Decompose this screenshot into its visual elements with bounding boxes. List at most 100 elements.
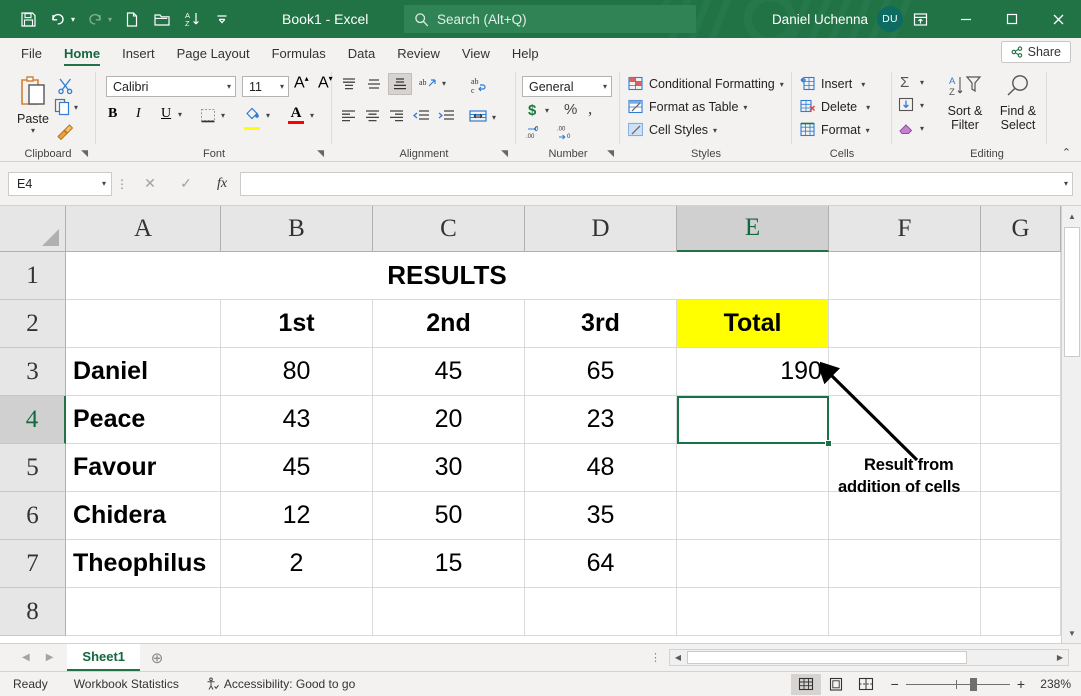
workbook-statistics-button[interactable]: Workbook Statistics <box>61 677 192 691</box>
increase-indent-button[interactable] <box>437 109 455 128</box>
autosum-chevron-down-icon[interactable]: ▾ <box>920 78 924 87</box>
fill-color-button[interactable] <box>244 106 261 130</box>
column-header-g[interactable]: G <box>981 206 1061 252</box>
cell-d6[interactable]: 35 <box>525 492 677 540</box>
clear-chevron-down-icon[interactable]: ▾ <box>920 124 924 133</box>
customize-quick-access-icon[interactable] <box>208 6 236 32</box>
cell-a4[interactable]: Peace <box>66 396 221 444</box>
formula-input[interactable]: ▾ <box>240 172 1073 196</box>
tab-formulas[interactable]: Formulas <box>261 43 337 66</box>
cell-d8[interactable] <box>525 588 677 636</box>
font-color-chevron-down-icon[interactable]: ▾ <box>310 111 314 120</box>
column-header-b[interactable]: B <box>221 206 373 252</box>
cell-e4-selected[interactable] <box>677 396 829 444</box>
new-icon[interactable] <box>118 6 146 32</box>
fill-color-chevron-down-icon[interactable]: ▾ <box>266 111 270 120</box>
zoom-slider[interactable]: − + <box>881 676 1035 692</box>
paste-button[interactable]: Paste ▾ <box>10 74 56 135</box>
delete-cells-button[interactable]: Delete ▾ <box>800 99 870 115</box>
zoom-level[interactable]: 238% <box>1035 677 1081 691</box>
fill-handle[interactable] <box>825 440 832 447</box>
column-header-e[interactable]: E <box>677 206 829 252</box>
zoom-out-button[interactable]: − <box>891 676 899 692</box>
format-chevron-down-icon[interactable]: ▾ <box>866 126 870 135</box>
cell-b7[interactable]: 2 <box>221 540 373 588</box>
cell-a2[interactable] <box>66 300 221 348</box>
format-as-table-button[interactable]: Format as Table ▾ <box>628 99 747 115</box>
orientation-button[interactable]: ab <box>419 76 438 97</box>
cell-d7[interactable]: 64 <box>525 540 677 588</box>
horizontal-scrollbar[interactable]: ◀ ▶ <box>669 649 1069 666</box>
cell-styles-chevron-down-icon[interactable]: ▾ <box>713 126 717 135</box>
cell-c6[interactable]: 50 <box>373 492 525 540</box>
align-right-button[interactable] <box>388 109 405 128</box>
zoom-in-button[interactable]: + <box>1017 676 1025 692</box>
accessibility-button[interactable]: Accessibility: Good to go <box>192 677 368 691</box>
cell-e2-total-header[interactable]: Total <box>677 300 829 348</box>
clear-button[interactable] <box>898 120 915 141</box>
delete-chevron-down-icon[interactable]: ▾ <box>866 103 870 112</box>
cell-e5[interactable] <box>677 444 829 492</box>
comma-style-button[interactable]: , <box>588 99 592 119</box>
cell-a1-merged-title[interactable]: RESULTS <box>66 252 829 300</box>
cell-e8[interactable] <box>677 588 829 636</box>
copy-chevron-down-icon[interactable]: ▾ <box>74 103 78 112</box>
conditional-formatting-chevron-down-icon[interactable]: ▾ <box>780 80 784 89</box>
format-painter-button[interactable] <box>55 121 75 145</box>
cell-e6[interactable] <box>677 492 829 540</box>
view-normal-button[interactable] <box>791 674 821 695</box>
tab-review[interactable]: Review <box>386 43 451 66</box>
sort-filter-button[interactable]: AZ Sort & Filter <box>940 73 990 132</box>
scroll-split-grip[interactable]: ⋮ <box>650 651 661 664</box>
collapse-ribbon-button[interactable]: ⌃ <box>1062 146 1071 159</box>
decrease-font-size-icon[interactable]: A▾ <box>318 74 333 92</box>
tab-file[interactable]: File <box>10 43 53 66</box>
accounting-chevron-down-icon[interactable]: ▾ <box>545 106 549 115</box>
row-header-8[interactable]: 8 <box>0 588 66 636</box>
cell-f1[interactable] <box>829 252 981 300</box>
fill-button[interactable] <box>898 97 915 118</box>
top-align-button[interactable] <box>340 76 358 97</box>
underline-chevron-down-icon[interactable]: ▾ <box>178 110 182 119</box>
cell-f3[interactable] <box>829 348 981 396</box>
formula-bar-grip[interactable]: ⋮ <box>116 177 128 191</box>
merge-center-chevron-down-icon[interactable]: ▾ <box>492 113 496 122</box>
number-format-chevron-down-icon[interactable]: ▾ <box>603 82 607 91</box>
vertical-scrollbar[interactable]: ▲ ▼ <box>1061 206 1081 643</box>
row-header-5[interactable]: 5 <box>0 444 66 492</box>
cell-g4[interactable] <box>981 396 1061 444</box>
cell-c8[interactable] <box>373 588 525 636</box>
cell-g6[interactable] <box>981 492 1061 540</box>
borders-button[interactable] <box>200 108 217 129</box>
row-header-2[interactable]: 2 <box>0 300 66 348</box>
next-sheet-icon[interactable]: ▶ <box>46 652 54 663</box>
cell-g8[interactable] <box>981 588 1061 636</box>
cell-g7[interactable] <box>981 540 1061 588</box>
close-button[interactable] <box>1035 0 1081 38</box>
center-button[interactable] <box>364 109 381 128</box>
cell-f7[interactable] <box>829 540 981 588</box>
add-sheet-icon[interactable]: ⊕ <box>140 649 174 667</box>
paste-chevron-down-icon[interactable]: ▾ <box>10 126 56 135</box>
bold-button[interactable]: B <box>108 106 117 122</box>
middle-align-button[interactable] <box>365 76 383 97</box>
alignment-dialog-launcher[interactable]: ◥ <box>501 148 508 159</box>
cell-b6[interactable]: 12 <box>221 492 373 540</box>
cell-d4[interactable]: 23 <box>525 396 677 444</box>
cell-c5[interactable]: 30 <box>373 444 525 492</box>
cell-f4[interactable] <box>829 396 981 444</box>
find-select-button[interactable]: Find & Select <box>992 73 1044 132</box>
cell-b4[interactable]: 43 <box>221 396 373 444</box>
underline-button[interactable]: U <box>161 106 171 122</box>
previous-sheet-icon[interactable]: ◀ <box>22 652 30 663</box>
insert-cells-button[interactable]: Insert ▾ <box>800 76 865 92</box>
cell-g3[interactable] <box>981 348 1061 396</box>
cell-b5[interactable]: 45 <box>221 444 373 492</box>
column-header-a[interactable]: A <box>66 206 221 252</box>
tab-data[interactable]: Data <box>337 43 386 66</box>
scroll-down-icon[interactable]: ▼ <box>1062 623 1081 643</box>
format-cells-button[interactable]: Format ▾ <box>800 122 870 138</box>
minimize-button[interactable] <box>943 0 989 38</box>
name-box-chevron-down-icon[interactable]: ▾ <box>102 179 106 188</box>
cell-e7[interactable] <box>677 540 829 588</box>
